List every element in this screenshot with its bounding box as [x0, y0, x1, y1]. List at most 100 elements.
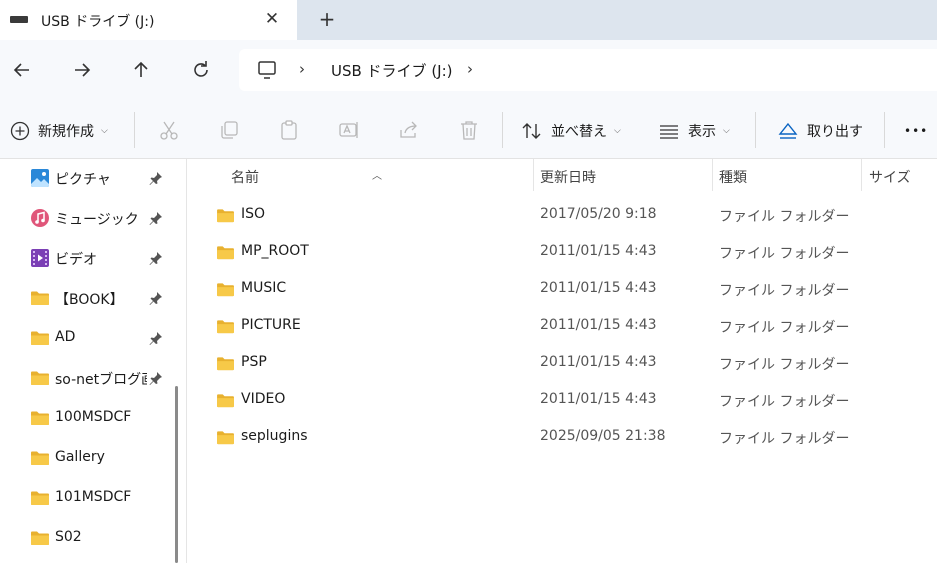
- file-row[interactable]: seplugins 2025/09/05 21:38 ファイル フォルダー: [188, 419, 937, 456]
- file-date: 2011/01/15 4:43: [540, 280, 657, 296]
- folder-icon: [31, 531, 49, 545]
- refresh-button[interactable]: [189, 58, 213, 82]
- column-header-size[interactable]: サイズ: [862, 159, 937, 191]
- sidebar-item[interactable]: 101MSDCF: [0, 479, 170, 519]
- file-name: VIDEO: [241, 391, 286, 407]
- column-header-date[interactable]: 更新日時: [534, 159, 712, 191]
- cut-icon[interactable]: [158, 119, 180, 141]
- column-header-type[interactable]: 種類: [713, 159, 861, 191]
- folder-icon: [31, 491, 49, 505]
- sidebar-item-label: 100MSDCF: [55, 409, 132, 425]
- pin-icon: [149, 252, 162, 265]
- up-button[interactable]: [129, 58, 153, 82]
- delete-icon[interactable]: [458, 119, 480, 141]
- pin-icon: [149, 332, 162, 345]
- sidebar-item[interactable]: ビデオ: [0, 239, 170, 279]
- command-bar: 新規作成 ⌵ 並べ替え ⌵ 表示 ⌵ 取り出す •••: [0, 100, 937, 159]
- sidebar-item-label: 【BOOK】: [55, 292, 124, 308]
- file-row[interactable]: MP_ROOT 2011/01/15 4:43 ファイル フォルダー: [188, 234, 937, 271]
- folder-icon: [31, 331, 49, 345]
- chevron-down-icon: ⌵: [614, 126, 621, 136]
- view-button[interactable]: 表示 ⌵: [658, 119, 730, 143]
- breadcrumb-usb-drive[interactable]: USB ドライブ (J:): [331, 60, 453, 81]
- file-date: 2025/09/05 21:38: [540, 428, 666, 444]
- column-header-name[interactable]: 名前 ︿: [188, 159, 533, 191]
- paste-icon[interactable]: [278, 119, 300, 141]
- close-tab-button[interactable]: ✕: [262, 9, 282, 29]
- folder-icon: [31, 371, 49, 385]
- sidebar-item-label: 101MSDCF: [55, 489, 132, 505]
- folder-icon: [217, 246, 234, 260]
- tab-title: USB ドライブ (J:): [41, 14, 155, 30]
- file-name: MP_ROOT: [241, 243, 309, 259]
- sidebar-item-label: S02: [55, 529, 82, 545]
- navigation-pane: ピクチャミュージック ビデオ【BOOK】 AD so-netブログ画 100MSDCF G…: [0, 159, 187, 563]
- folder-icon: [217, 431, 234, 445]
- column-type-label: 種類: [719, 170, 747, 186]
- sidebar-item-label: Gallery: [55, 449, 105, 465]
- file-name: PSP: [241, 354, 267, 370]
- sidebar-item-label: ピクチャ: [55, 172, 111, 188]
- sidebar-item[interactable]: so-netブログ画: [0, 359, 170, 399]
- eject-icon: [778, 122, 798, 139]
- column-name-label: 名前: [231, 170, 259, 186]
- folder-icon: [217, 394, 234, 408]
- navigation-bar: › USB ドライブ (J:) ›: [0, 40, 937, 100]
- file-name: PICTURE: [241, 317, 301, 333]
- chevron-down-icon: ⌵: [723, 126, 730, 136]
- file-row[interactable]: VIDEO 2011/01/15 4:43 ファイル フォルダー: [188, 382, 937, 419]
- eject-button[interactable]: 取り出す: [777, 119, 863, 143]
- back-button[interactable]: [10, 58, 34, 82]
- file-row[interactable]: PSP 2011/01/15 4:43 ファイル フォルダー: [188, 345, 937, 382]
- sort-button[interactable]: 並べ替え ⌵: [521, 119, 621, 143]
- breadcrumb-chevron-icon[interactable]: ›: [299, 60, 305, 78]
- file-name: ISO: [241, 206, 266, 222]
- tab-usb-drive[interactable]: USB ドライブ (J:) ✕: [0, 0, 297, 40]
- file-type: ファイル フォルダー: [719, 283, 850, 299]
- file-type: ファイル フォルダー: [719, 246, 850, 262]
- videos-icon: [31, 249, 49, 267]
- sidebar-item-label: AD: [55, 329, 76, 345]
- new-button[interactable]: 新規作成 ⌵: [10, 119, 108, 143]
- breadcrumb-chevron-icon[interactable]: ›: [467, 60, 473, 78]
- file-date: 2011/01/15 4:43: [540, 243, 657, 259]
- sidebar-item[interactable]: ミュージック: [0, 199, 170, 239]
- file-type: ファイル フォルダー: [719, 209, 850, 225]
- file-row[interactable]: ISO 2017/05/20 9:18 ファイル フォルダー: [188, 197, 937, 234]
- file-name: MUSIC: [241, 280, 287, 296]
- eject-label: 取り出す: [807, 124, 863, 140]
- arrow-left-icon: [13, 63, 29, 77]
- file-row[interactable]: PICTURE 2011/01/15 4:43 ファイル フォルダー: [188, 308, 937, 345]
- sidebar-item[interactable]: Gallery: [0, 439, 170, 479]
- file-date: 2011/01/15 4:43: [540, 391, 657, 407]
- this-pc-icon: [258, 61, 276, 79]
- more-options-button[interactable]: •••: [904, 119, 928, 143]
- file-type: ファイル フォルダー: [719, 394, 850, 410]
- file-row[interactable]: MUSIC 2011/01/15 4:43 ファイル フォルダー: [188, 271, 937, 308]
- music-icon: [31, 209, 49, 227]
- new-tab-button[interactable]: +: [316, 8, 338, 30]
- column-size-label: サイズ: [869, 170, 911, 186]
- share-icon[interactable]: [398, 119, 420, 141]
- arrow-up-icon: [134, 61, 148, 77]
- sort-label: 並べ替え: [551, 124, 607, 140]
- sidebar-item[interactable]: 100MSDCF: [0, 399, 170, 439]
- file-type: ファイル フォルダー: [719, 357, 850, 373]
- file-date: 2017/05/20 9:18: [540, 206, 657, 222]
- address-bar[interactable]: › USB ドライブ (J:) ›: [239, 49, 937, 91]
- file-date: 2011/01/15 4:43: [540, 354, 657, 370]
- sidebar-item[interactable]: AD: [0, 319, 170, 359]
- sidebar-item[interactable]: 【BOOK】: [0, 279, 170, 319]
- file-type: ファイル フォルダー: [719, 320, 850, 336]
- sidebar-item[interactable]: ピクチャ: [0, 159, 170, 199]
- pin-icon: [149, 172, 162, 185]
- folder-icon: [217, 283, 234, 297]
- sidebar-item-label: so-netブログ画: [55, 372, 147, 388]
- sidebar-item[interactable]: S02: [0, 519, 170, 559]
- divider: [134, 112, 135, 148]
- sidebar-scrollbar[interactable]: [175, 386, 178, 563]
- rename-icon[interactable]: [338, 119, 360, 141]
- forward-button[interactable]: [70, 58, 94, 82]
- copy-icon[interactable]: [218, 119, 240, 141]
- pin-icon: [149, 372, 162, 385]
